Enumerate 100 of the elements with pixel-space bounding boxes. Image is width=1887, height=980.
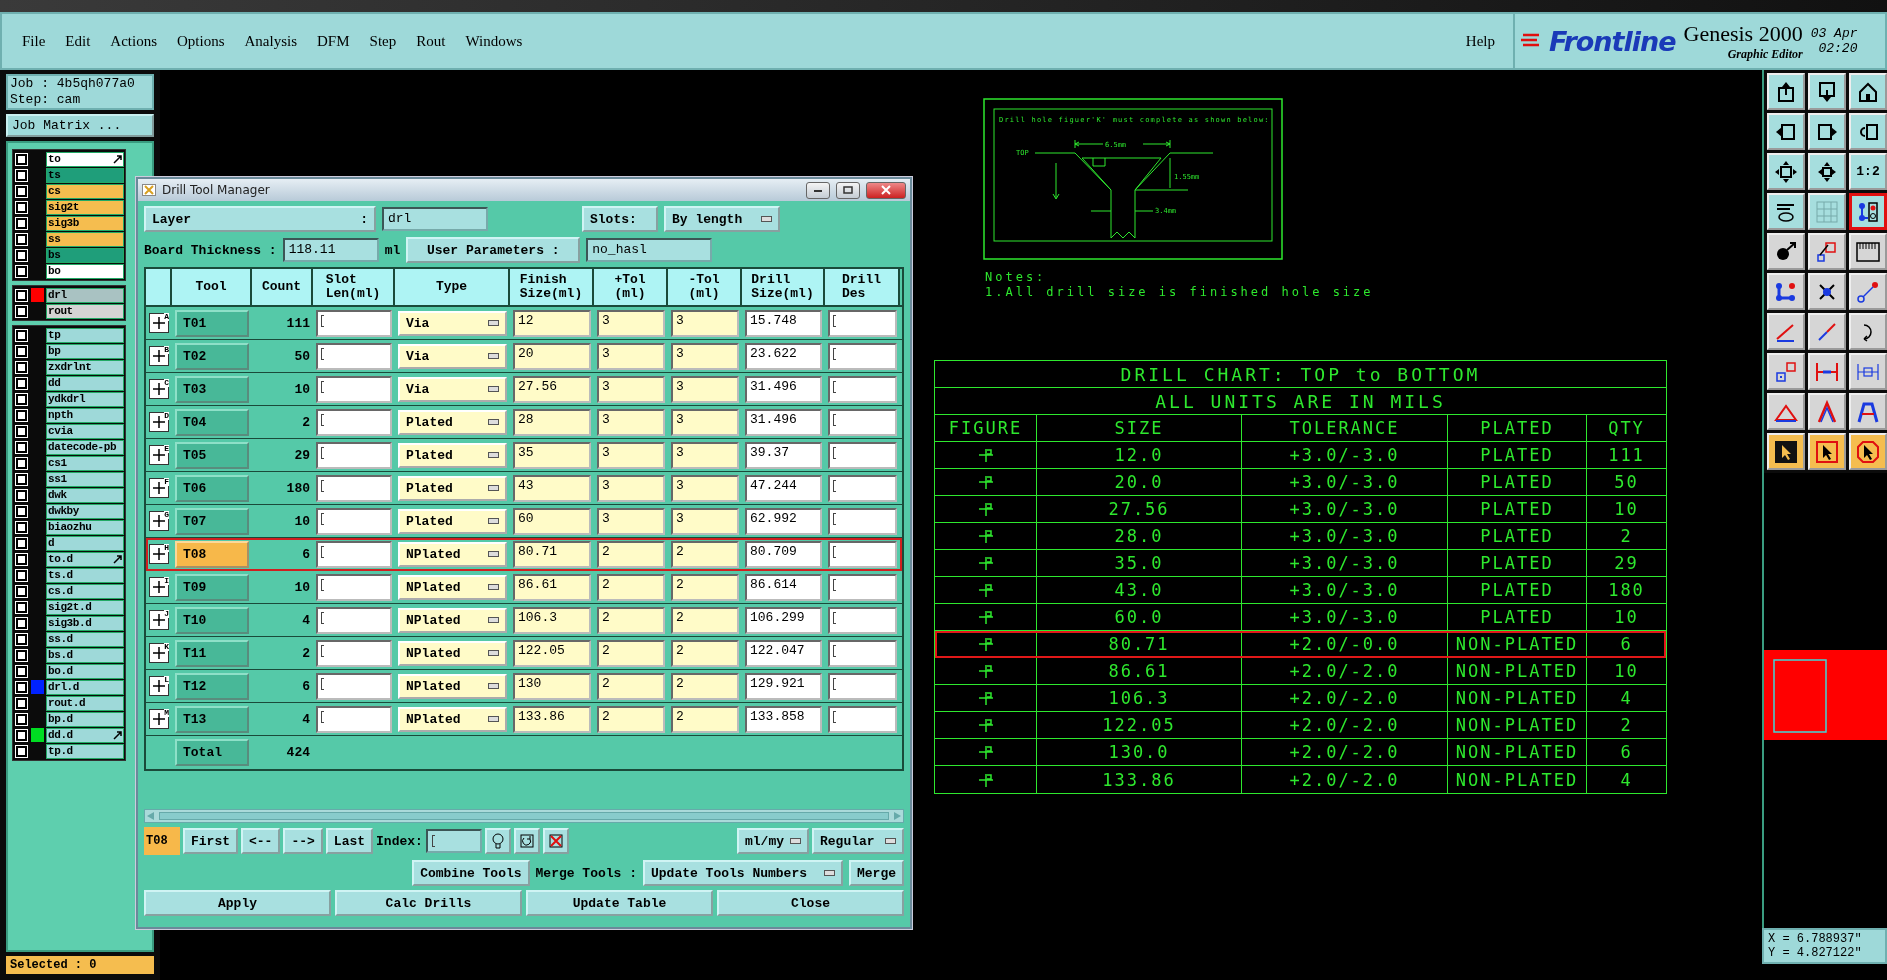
slot-length-field[interactable] [316, 474, 392, 502]
layer-checkbox[interactable] [16, 649, 27, 661]
minus-tolerance-field[interactable]: 3 [671, 441, 739, 469]
layer-name[interactable]: bo [46, 263, 124, 279]
slot-length-field[interactable] [316, 441, 392, 469]
layer-checkbox[interactable] [16, 537, 27, 549]
plus-tolerance-field[interactable]: 2 [597, 672, 665, 700]
finish-size-field[interactable]: 28 [513, 408, 591, 436]
layer-name[interactable]: npth [46, 407, 124, 423]
plus-tolerance-field[interactable]: 3 [597, 342, 665, 370]
layer-name[interactable]: biaozhu [46, 519, 124, 535]
minus-tolerance-field[interactable]: 3 [671, 375, 739, 403]
toolbar-button[interactable] [1849, 193, 1887, 230]
layer-checkbox[interactable] [16, 345, 27, 357]
finish-size-field[interactable]: 130 [513, 672, 591, 700]
tool-button[interactable]: T10 [175, 606, 249, 634]
slot-length-field[interactable] [316, 639, 392, 667]
type-dropdown[interactable]: NPlated [398, 673, 507, 699]
drill-size-field[interactable]: 122.047 [745, 639, 822, 667]
plus-tolerance-field[interactable]: 2 [597, 639, 665, 667]
layer-checkbox[interactable] [16, 681, 27, 693]
layer-checkbox[interactable] [16, 745, 27, 757]
layer-checkbox[interactable] [16, 409, 27, 421]
type-dropdown[interactable]: Plated [398, 475, 507, 501]
slot-length-field[interactable] [316, 540, 392, 568]
layer-name[interactable]: cs1 [46, 455, 124, 471]
finish-size-field[interactable]: 35 [513, 441, 591, 469]
action-button[interactable]: Apply [144, 890, 331, 916]
expand-button[interactable]: E [149, 445, 169, 465]
layer-checkbox[interactable] [16, 305, 27, 317]
menu-item[interactable]: Windows [465, 32, 523, 50]
slot-length-field[interactable] [316, 507, 392, 535]
thickness-field[interactable]: 118.11 [282, 238, 379, 262]
bulb-button[interactable] [484, 828, 511, 854]
layer-checkbox[interactable] [16, 329, 27, 341]
drill-des-field[interactable] [828, 375, 897, 403]
layer-checkbox[interactable] [16, 553, 27, 565]
menu-item[interactable]: DFM [317, 32, 350, 50]
layer-checkbox[interactable] [16, 377, 27, 389]
slot-length-field[interactable] [316, 342, 392, 370]
menu-item[interactable]: Analysis [244, 32, 298, 50]
close-button[interactable] [866, 181, 906, 199]
drill-des-field[interactable] [828, 606, 897, 634]
finish-size-field[interactable]: 43 [513, 474, 591, 502]
menu-item[interactable]: File [22, 32, 46, 50]
tool-button[interactable]: T09 [175, 573, 249, 601]
layer-name[interactable]: bp.d [46, 711, 124, 727]
layer-name[interactable]: sig2t.d [46, 599, 124, 615]
layer-name[interactable]: to [46, 151, 124, 167]
layer-name[interactable]: tp.d [46, 743, 124, 759]
minus-tolerance-field[interactable]: 3 [671, 309, 739, 337]
layer-name[interactable]: ts.d [46, 567, 124, 583]
layer-name[interactable]: sig3b.d [46, 615, 124, 631]
minus-tolerance-field[interactable]: 3 [671, 408, 739, 436]
plus-tolerance-field[interactable]: 3 [597, 375, 665, 403]
drill-des-field[interactable] [828, 705, 897, 733]
drill-size-field[interactable]: 23.622 [745, 342, 822, 370]
layer-checkbox[interactable] [16, 169, 27, 181]
job-matrix-button[interactable]: Job Matrix ... [6, 114, 154, 137]
layer-checkbox[interactable] [16, 585, 27, 597]
finish-size-field[interactable]: 122.05 [513, 639, 591, 667]
expand-button[interactable]: A [149, 313, 169, 333]
nav-button[interactable]: Last [325, 828, 374, 854]
type-dropdown[interactable]: NPlated [398, 541, 507, 567]
layer-name[interactable]: dwk [46, 487, 124, 503]
layer-name[interactable]: dd.d [46, 727, 124, 743]
minimize-button[interactable] [806, 181, 830, 199]
finish-size-field[interactable]: 106.3 [513, 606, 591, 634]
finish-size-field[interactable]: 80.71 [513, 540, 591, 568]
expand-button[interactable]: G [149, 511, 169, 531]
drill-des-field[interactable] [828, 573, 897, 601]
minus-tolerance-field[interactable]: 3 [671, 342, 739, 370]
layer-checkbox[interactable] [16, 489, 27, 501]
minus-tolerance-field[interactable]: 3 [671, 507, 739, 535]
layer-name[interactable]: sig3b [46, 215, 124, 231]
layer-checkbox[interactable] [16, 569, 27, 581]
units-dropdown[interactable]: ml/my [737, 828, 809, 854]
expand-button[interactable]: K [149, 643, 169, 663]
mode-dropdown[interactable]: Regular [812, 828, 904, 854]
layer-name[interactable]: to.d [46, 551, 124, 567]
nav-button[interactable]: First [183, 828, 238, 854]
drill-size-field[interactable]: 31.496 [745, 375, 822, 403]
merge-button[interactable]: Merge [849, 860, 904, 886]
slot-length-field[interactable] [316, 309, 392, 337]
drill-des-field[interactable] [828, 639, 897, 667]
tool-button[interactable]: T05 [175, 441, 249, 469]
layer-checkbox[interactable] [16, 425, 27, 437]
layer-checkbox[interactable] [16, 601, 27, 613]
drill-des-field[interactable] [828, 672, 897, 700]
layer-name[interactable]: tp [46, 327, 124, 343]
minus-tolerance-field[interactable]: 2 [671, 672, 739, 700]
layer-name[interactable]: datecode-pb [46, 439, 124, 455]
toolbar-button[interactable]: 1:2 [1849, 153, 1887, 190]
drill-size-field[interactable]: 15.748 [745, 309, 822, 337]
layer-name[interactable]: cs [46, 183, 124, 199]
nav-button[interactable]: <-- [241, 828, 281, 854]
drill-size-field[interactable]: 86.614 [745, 573, 822, 601]
plus-tolerance-field[interactable]: 2 [597, 573, 665, 601]
layer-checkbox[interactable] [16, 617, 27, 629]
layer-name[interactable]: d [46, 535, 124, 551]
